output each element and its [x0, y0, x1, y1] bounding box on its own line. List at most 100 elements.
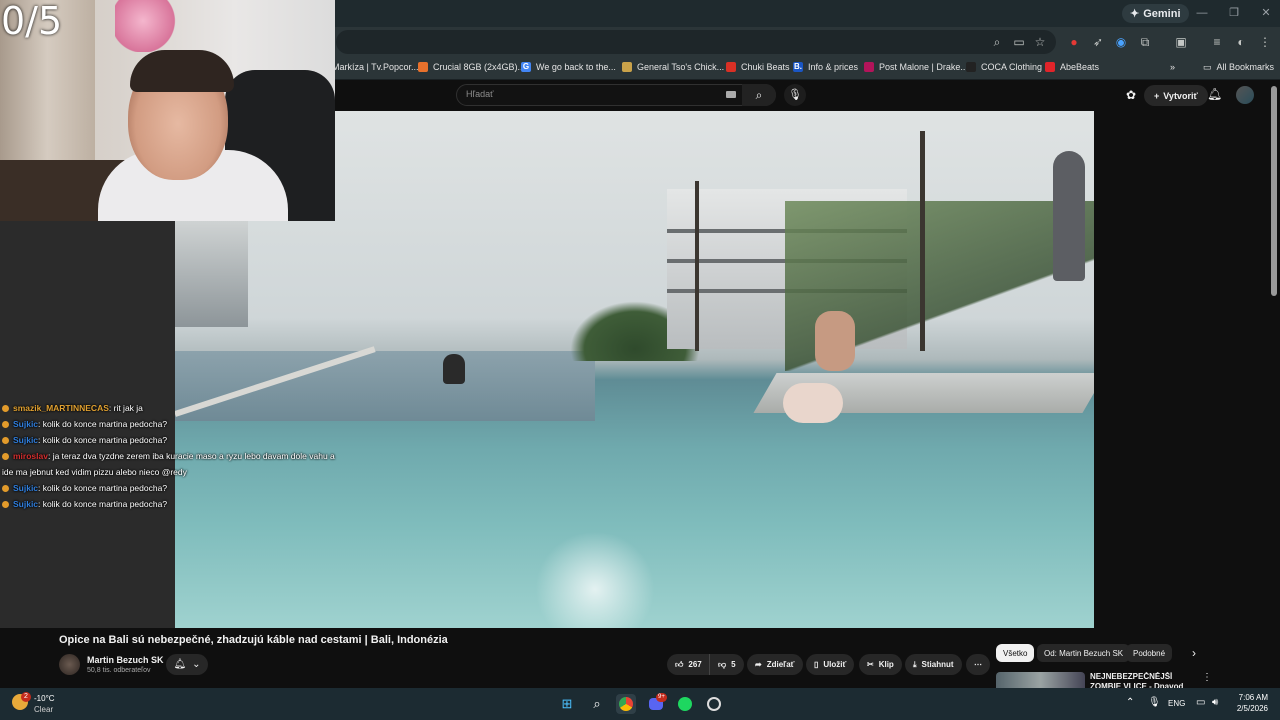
bookmark-label: COCA Clothing [981, 62, 1043, 72]
all-bookmarks-button[interactable]: ▭ All Bookmarks [1203, 56, 1274, 78]
more-bookmarks-icon[interactable]: » [1170, 56, 1175, 78]
chrome-taskbar-icon[interactable] [616, 694, 636, 714]
cast-icon[interactable]: ▭ [1010, 33, 1028, 51]
subscription-bell-button[interactable]: 🔔︎ ⌄ [166, 654, 208, 675]
bookmark-favicon-icon: G [521, 62, 531, 72]
zoom-icon[interactable]: ⌕ [988, 33, 1006, 51]
tray-chevron-up-icon[interactable]: ⌃ [1126, 697, 1134, 708]
search-button[interactable]: ⌕ [742, 84, 776, 106]
chat-username: Sujkic [13, 499, 39, 509]
side-panel-icon[interactable]: ▣ [1172, 33, 1190, 51]
bookmark-item[interactable]: Post Malone | Drake... [864, 56, 968, 78]
plus-icon: + [1154, 90, 1160, 101]
bookmark-item[interactable]: Markíza | Tv.Popcor... [332, 56, 419, 78]
mic-icon: 🎙︎ [788, 89, 802, 101]
bookmark-favicon-icon [726, 62, 736, 72]
restore-icon[interactable]: ❐ [1224, 4, 1244, 22]
video-scene-person [783, 383, 843, 423]
chat-username: Sujkic [13, 419, 39, 429]
chat-overlay: smazik_MARTINNECAS: rit jak ja Sujkic: ko… [2, 400, 362, 512]
chat-badge-icon [2, 405, 9, 413]
tray-network-icon[interactable]: ▭ [1196, 697, 1205, 708]
bookmark-item[interactable]: AbeBeats [1045, 56, 1099, 78]
tray-language[interactable]: ENG [1168, 699, 1185, 708]
bookmark-favicon-icon [1045, 62, 1055, 72]
bookmark-item[interactable]: G We go back to the... [521, 56, 616, 78]
channel-name[interactable]: Martin Bezuch SK [87, 655, 164, 665]
bookmark-label: Markíza | Tv.Popcor... [332, 62, 419, 72]
bookmark-item[interactable]: General Tso's Chick... [622, 56, 724, 78]
dislike-count: 5 [731, 660, 736, 669]
bookmark-favicon-icon [418, 62, 428, 72]
keyboard-icon[interactable] [726, 91, 736, 98]
extension-audio-icon[interactable]: ◉ [1112, 33, 1130, 51]
video-title: Opice na Bali sú nebezpečné, zhadzujú ká… [59, 634, 448, 646]
chip-related[interactable]: Podobné [1126, 644, 1173, 662]
gemini-label: Gemini [1143, 7, 1181, 20]
chips-next-chevron-icon[interactable]: › [1192, 646, 1196, 660]
reading-list-icon[interactable]: ≡ [1208, 33, 1226, 51]
extension-red-icon[interactable]: ● [1065, 33, 1083, 51]
bookmark-item[interactable]: COCA Clothing [966, 56, 1042, 78]
dislike-button[interactable]: 👎︎ 5 [709, 654, 744, 675]
address-bar[interactable] [336, 30, 1056, 54]
search-taskbar-icon[interactable]: ⌕ [587, 694, 607, 714]
voice-search-button[interactable]: 🎙︎ [784, 84, 806, 106]
folder-icon: ▭ [1203, 61, 1212, 72]
chat-username: Sujkic [13, 483, 39, 493]
chat-message: miroslav: ja teraz dva tyzdne zerem iba … [2, 448, 362, 464]
bookmark-label: General Tso's Chick... [637, 62, 725, 72]
gemini-button[interactable]: ✦ Gemini [1122, 4, 1189, 23]
account-avatar[interactable] [1236, 86, 1254, 104]
create-label: Vytvoriť [1163, 90, 1198, 101]
scissors-icon: ✂ [867, 660, 874, 669]
clock-time[interactable]: 7:06 AM [1232, 693, 1268, 702]
notifications-bell-icon[interactable]: 🔔︎ [1207, 87, 1222, 101]
bookmark-item[interactable]: Chuki Beats [726, 56, 790, 78]
thumbs-down-icon: 👎︎ [718, 659, 727, 669]
spotify-taskbar-icon[interactable] [675, 694, 695, 714]
search-icon: ⌕ [755, 88, 763, 102]
menu-kebab-icon[interactable]: ⋮ [1256, 33, 1274, 51]
all-bookmarks-label: All Bookmarks [1216, 62, 1275, 72]
recommended-more-icon[interactable]: ⋮ [1202, 672, 1212, 683]
chat-text: : kolik do konce martina pedocha? [38, 483, 168, 493]
bookmark-star-icon[interactable]: ☆ [1031, 33, 1049, 51]
download-icon: ⤓ [913, 659, 917, 669]
profile-icon[interactable]: ◐ [1232, 33, 1250, 51]
create-plus-icon-extra[interactable]: ✿ [1126, 88, 1136, 102]
extension-bird-icon[interactable]: ➶ [1089, 33, 1107, 51]
more-actions-button[interactable]: ⋯ [966, 654, 990, 675]
channel-avatar[interactable] [59, 654, 80, 675]
close-icon[interactable]: ✕ [1256, 4, 1276, 22]
chip-from-channel[interactable]: Od: Martin Bezuch SK [1037, 644, 1131, 662]
tray-volume-icon[interactable]: 🔊︎ [1212, 697, 1218, 708]
webcam-streamer-hair [130, 50, 234, 92]
bookmark-item[interactable]: Crucial 8GB (2x4GB)... [418, 56, 525, 78]
chat-badge-icon [2, 453, 9, 461]
chat-message: Sujkic: kolik do konce martina pedocha? [2, 496, 362, 512]
extensions-puzzle-icon[interactable]: ⧉ [1136, 33, 1154, 51]
windows-start-icon[interactable]: ⊞ [557, 694, 577, 714]
weather-temperature[interactable]: -10°C [34, 694, 55, 703]
bookmark-favicon-icon [622, 62, 632, 72]
clock-date[interactable]: 2/5/2026 [1232, 704, 1268, 713]
bookmark-label: Info & prices [808, 62, 859, 72]
tray-mic-icon[interactable]: 🎙︎ [1148, 697, 1161, 708]
video-scene-person [815, 311, 855, 371]
clip-label: Klip [878, 660, 894, 669]
chip-all[interactable]: Všetko [996, 644, 1035, 662]
bookmark-item[interactable]: B. Info & prices [793, 56, 858, 78]
clip-button[interactable]: ✂ Klip [859, 654, 902, 675]
download-button[interactable]: ⤓ Stiahnut [905, 654, 962, 675]
create-button[interactable]: + Vytvoriť [1144, 85, 1208, 106]
save-button[interactable]: ▯ Uložiť [806, 654, 855, 675]
recommended-title[interactable]: NEJNEBEZPEČNĚJŠÍ ZOMBIE VLICE - Dnavod O… [1090, 672, 1200, 689]
page-scrollbar[interactable] [1271, 86, 1277, 296]
share-button[interactable]: ➦ Zdieľať [747, 654, 803, 675]
chevron-down-icon: ⌄ [192, 659, 201, 670]
weather-description[interactable]: Clear [34, 705, 53, 714]
like-button[interactable]: 👍︎ 267 [667, 654, 710, 675]
app-taskbar-icon[interactable] [704, 694, 724, 714]
minimize-icon[interactable]: — [1192, 4, 1212, 22]
